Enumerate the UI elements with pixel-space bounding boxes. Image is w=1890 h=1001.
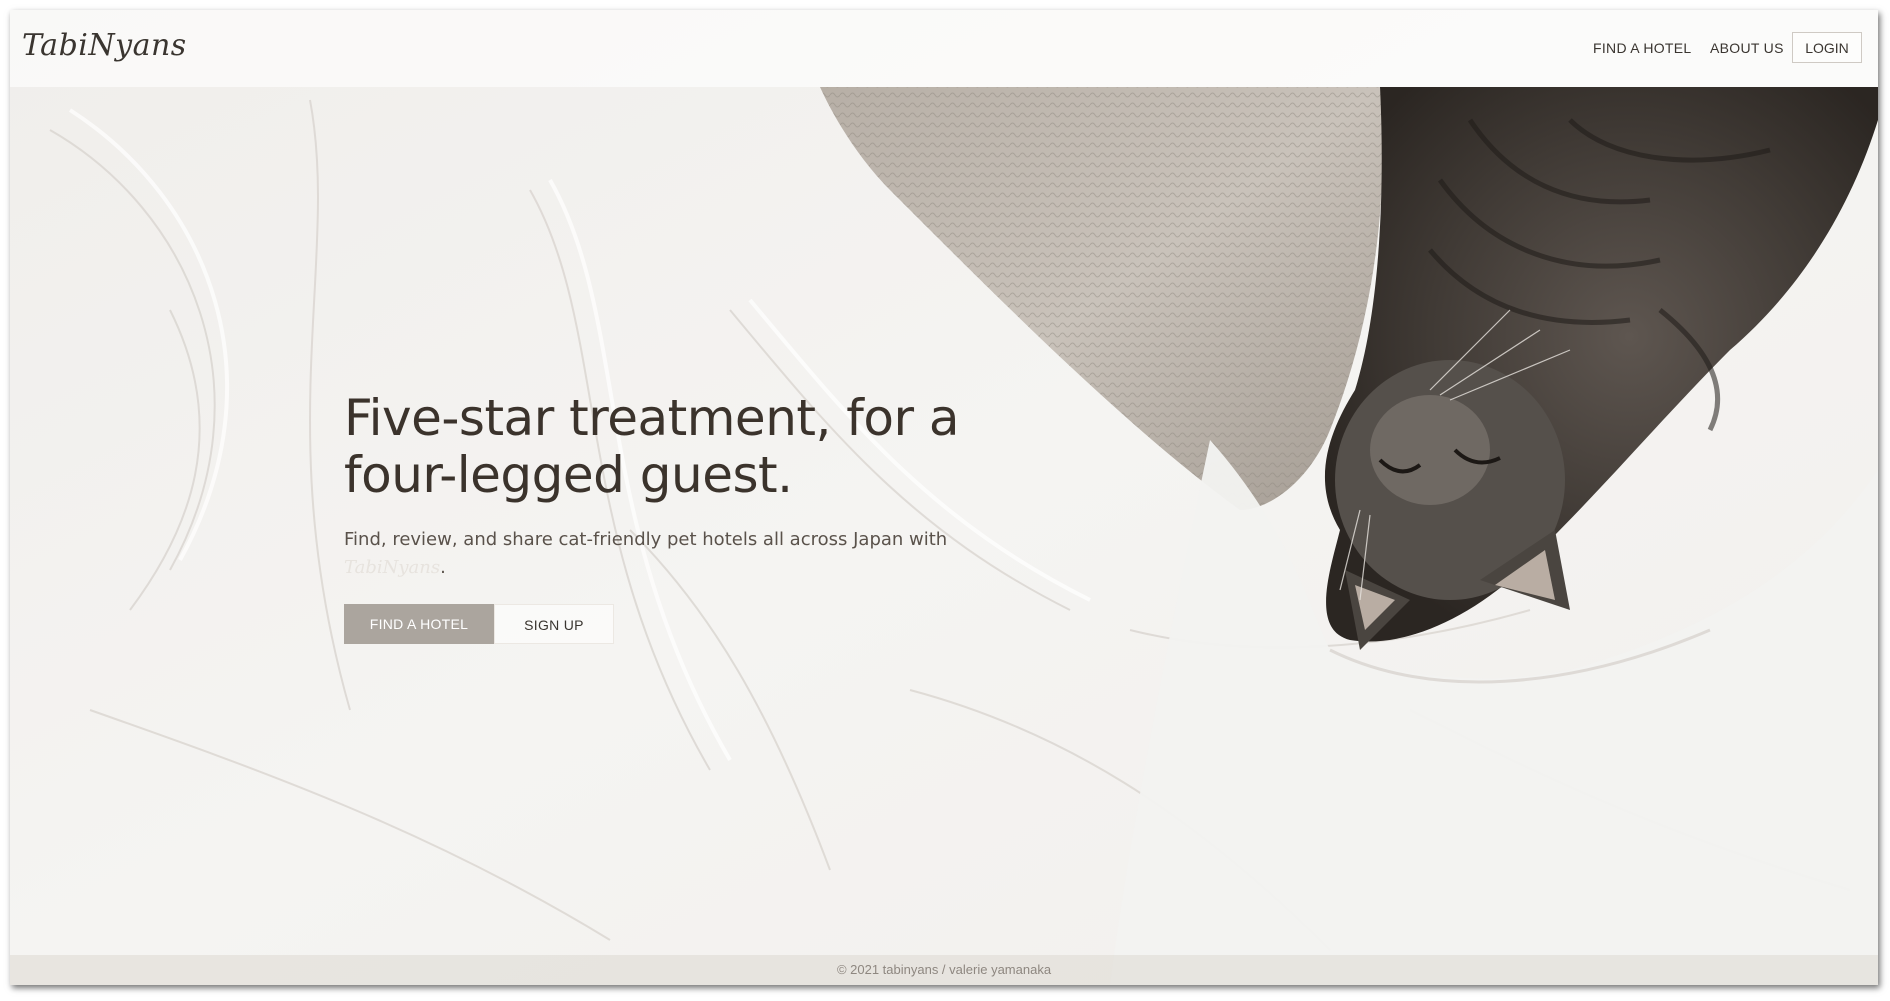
nav-about-us-link[interactable]: ABOUT US — [1710, 40, 1784, 56]
login-button[interactable]: LOGIN — [1792, 32, 1862, 63]
find-hotel-button[interactable]: FIND A HOTEL — [344, 604, 494, 644]
subtext-body: Find, review, and share cat-friendly pet… — [344, 529, 948, 550]
nav-find-hotel-link[interactable]: FIND A HOTEL — [1593, 40, 1692, 56]
page-footer: © 2021 tabinyans / valerie yamanaka — [10, 955, 1878, 985]
headline-line-2: four-legged guest. — [344, 446, 793, 504]
hero-subtext: Find, review, and share cat-friendly pet… — [344, 526, 1044, 582]
hero-headline: Five-star treatment, for a four-legged g… — [344, 390, 1064, 504]
footer-copyright: © 2021 tabinyans / valerie yamanaka — [836, 962, 1052, 977]
sign-up-button[interactable]: SIGN UP — [494, 604, 614, 644]
brand-logo[interactable]: TabiNyans — [22, 28, 187, 63]
browser-viewport: TabiNyans FIND A HOTEL ABOUT US LOGIN Fi… — [10, 10, 1878, 985]
subtext-period: . — [440, 557, 446, 578]
headline-line-1: Five-star treatment, for a — [344, 389, 960, 447]
top-navbar: TabiNyans FIND A HOTEL ABOUT US LOGIN — [10, 10, 1878, 87]
subtext-brand-name: TabiNyans — [344, 557, 441, 578]
